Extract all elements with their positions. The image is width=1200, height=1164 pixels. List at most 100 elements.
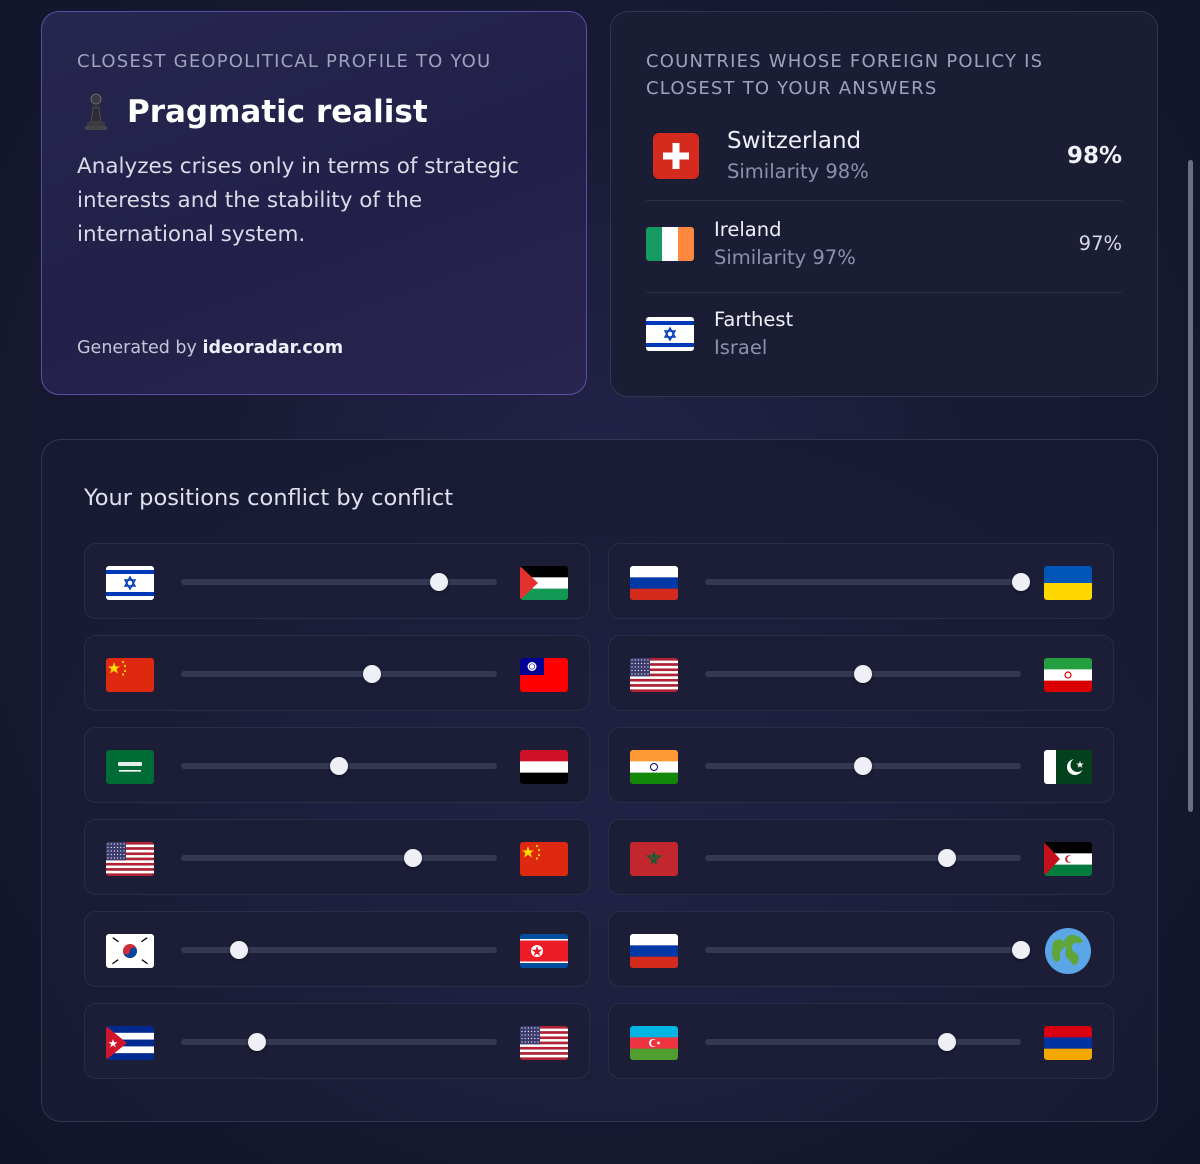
top-country-name: Switzerland: [727, 128, 862, 154]
countries-eyebrow: COUNTRIES WHOSE FOREIGN POLICY IS CLOSES…: [646, 51, 1044, 99]
slider-thumb[interactable]: [330, 757, 348, 775]
conflict-right-flag: [520, 750, 568, 784]
position-slider[interactable]: [181, 757, 497, 775]
slider-thumb[interactable]: [247, 1033, 266, 1051]
conflict-left-flag: [106, 566, 154, 600]
slider-thumb[interactable]: [230, 941, 249, 959]
conflict-left-flag: [630, 750, 678, 784]
conflict-item-india-vs-pakistan: [608, 727, 1114, 803]
cuba-flag-icon: [106, 1026, 154, 1060]
conflict-right-flag: [1044, 566, 1092, 600]
position-slider[interactable]: [181, 849, 497, 867]
conflicts-card: Your positions conflict by conflict: [41, 439, 1158, 1122]
north-korea-flag-icon: [520, 934, 568, 968]
position-slider[interactable]: [705, 665, 1021, 683]
china-flag-icon: [520, 842, 568, 876]
russia-flag-icon: [630, 934, 678, 968]
position-slider[interactable]: [181, 1033, 497, 1051]
conflict-left-flag: [630, 566, 678, 600]
yemen-flag-icon: [520, 750, 568, 784]
conflict-left-flag: [106, 1026, 154, 1060]
slider-thumb[interactable]: [363, 665, 382, 683]
israel-flag-icon: [646, 316, 694, 351]
conflict-right-flag: [520, 934, 568, 968]
conflict-right-flag: [520, 842, 568, 876]
profile-card: CLOSEST GEOPOLITICAL PROFILE TO YOU Prag…: [41, 11, 587, 395]
conflict-right-flag: [1044, 1026, 1092, 1060]
conflict-right-flag: [520, 658, 568, 692]
slider-thumb[interactable]: [937, 1033, 956, 1051]
country-row-second[interactable]: Ireland Similarity 97% 97%: [646, 218, 1122, 269]
second-country-similarity: Similarity 97%: [714, 246, 856, 269]
scrollbar[interactable]: [1188, 160, 1193, 812]
western-sahara-flag-icon: [1044, 842, 1092, 876]
conflict-right-flag: [520, 566, 568, 600]
china-flag-icon: [106, 658, 154, 692]
slider-thumb[interactable]: [937, 849, 956, 867]
profile-eyebrow: CLOSEST GEOPOLITICAL PROFILE TO YOU: [77, 51, 492, 72]
profile-title: Pragmatic realist: [127, 94, 428, 130]
palestine-flag-icon: [520, 566, 568, 600]
israel-flag-icon: [106, 566, 154, 600]
conflict-item-saudi-arabia-vs-yemen: [84, 727, 590, 803]
morocco-flag-icon: [630, 842, 678, 876]
conflict-item-morocco-vs-western-sahara: [608, 819, 1114, 895]
ireland-flag-icon: [646, 226, 694, 261]
saudi-arabia-flag-icon: [106, 750, 154, 784]
conflict-item-israel-vs-palestine: [84, 543, 590, 619]
conflict-left-flag: [106, 842, 154, 876]
position-slider[interactable]: [705, 757, 1021, 775]
position-slider[interactable]: [181, 573, 497, 591]
switzerland-flag-icon: [653, 132, 699, 179]
conflict-item-russia-vs-world: [608, 911, 1114, 987]
taiwan-flag-icon: [520, 658, 568, 692]
slider-thumb[interactable]: [404, 849, 423, 867]
slider-thumb[interactable]: [854, 665, 872, 683]
conflict-left-flag: [106, 750, 154, 784]
position-slider[interactable]: [181, 941, 497, 959]
russia-flag-icon: [630, 566, 678, 600]
slider-thumb[interactable]: [1012, 941, 1030, 959]
conflicts-title: Your positions conflict by conflict: [84, 485, 454, 511]
divider: [646, 200, 1122, 201]
slider-thumb[interactable]: [854, 757, 872, 775]
conflict-item-azerbaijan-vs-armenia: [608, 1003, 1114, 1079]
conflict-left-flag: [630, 658, 678, 692]
chess-pawn-icon: [85, 93, 107, 130]
position-slider[interactable]: [705, 941, 1030, 959]
country-row-farthest[interactable]: Farthest Israel: [646, 308, 1122, 359]
farthest-label: Farthest: [714, 308, 794, 331]
slider-thumb[interactable]: [1012, 573, 1030, 591]
iran-flag-icon: [1044, 658, 1092, 692]
conflict-right-flag: [1044, 658, 1092, 692]
generated-prefix: Generated by: [77, 338, 197, 358]
conflict-item-russia-vs-ukraine: [608, 543, 1114, 619]
position-slider[interactable]: [705, 1033, 1021, 1051]
second-country-name: Ireland: [714, 218, 782, 241]
generated-by: Generated by ideoradar.com: [77, 338, 343, 358]
generated-site-link[interactable]: ideoradar.com: [202, 338, 343, 358]
usa-flag-icon: [106, 842, 154, 876]
conflict-left-flag: [630, 934, 678, 968]
conflict-right-flag: [520, 1026, 568, 1060]
conflict-right-flag: [1044, 750, 1092, 784]
india-flag-icon: [630, 750, 678, 784]
country-row-top[interactable]: Switzerland Similarity 98% 98%: [646, 128, 1122, 183]
conflict-item-usa-vs-iran: [608, 635, 1114, 711]
usa-flag-icon: [520, 1026, 568, 1060]
countries-card: COUNTRIES WHOSE FOREIGN POLICY IS CLOSES…: [610, 11, 1158, 397]
top-country-similarity: Similarity 98%: [727, 160, 869, 183]
conflict-item-china-vs-taiwan: [84, 635, 590, 711]
conflict-left-flag: [630, 1026, 678, 1060]
position-slider[interactable]: [705, 573, 1030, 591]
conflict-item-south-korea-vs-north-korea: [84, 911, 590, 987]
profile-description: Analyzes crises only in terms of strateg…: [77, 154, 519, 247]
slider-thumb[interactable]: [429, 573, 448, 591]
position-slider[interactable]: [181, 665, 497, 683]
conflict-item-cuba-vs-usa: [84, 1003, 590, 1079]
south-korea-flag-icon: [106, 934, 154, 968]
position-slider[interactable]: [705, 849, 1021, 867]
divider: [646, 292, 1122, 293]
conflict-left-flag: [106, 934, 154, 968]
top-country-pct: 98%: [1066, 142, 1122, 169]
